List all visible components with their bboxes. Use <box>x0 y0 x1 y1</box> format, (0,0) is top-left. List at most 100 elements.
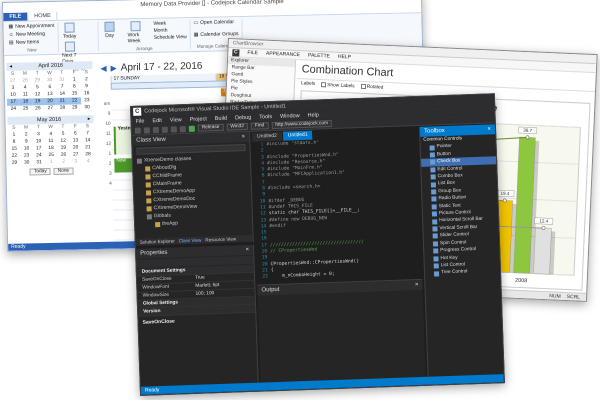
series-point <box>502 198 507 203</box>
class-view-panel: Class View × XtremeDemo classes CAboutDlg C… <box>132 131 254 246</box>
rotated-label: Rotated <box>366 84 384 91</box>
find-combo[interactable]: Find <box>250 122 269 130</box>
calendar-date-cell[interactable]: 29 <box>8 160 20 167</box>
calendar-date-cell[interactable]: 31 <box>33 159 45 166</box>
calendar-date-cell[interactable]: 26 <box>32 105 44 112</box>
x-tick-label: 2008 <box>515 278 528 285</box>
week-button[interactable]: Week <box>153 20 186 27</box>
view-options: Week Month Schedule View <box>153 20 186 41</box>
mini-today-button[interactable]: Today <box>29 168 51 176</box>
new-appointment-button[interactable]: ▦ New Appointment <box>8 23 54 30</box>
ribbon-group-new-label: New <box>27 47 37 53</box>
open-file-icon[interactable] <box>143 126 150 134</box>
control-icon <box>430 182 437 188</box>
prev-month-icon[interactable]: ◂ <box>9 64 12 70</box>
new-file-icon[interactable] <box>134 127 141 134</box>
show-labels-checkbox[interactable]: Show Labels <box>321 82 355 89</box>
close-icon[interactable]: × <box>487 126 491 132</box>
calendar-date-cell[interactable]: 30 <box>81 104 93 111</box>
toolbox-item[interactable]: Tree Control <box>425 268 500 278</box>
bar <box>533 227 552 275</box>
next-month-icon[interactable]: ▸ <box>88 116 91 122</box>
tab-untitled2[interactable]: Untitled2 <box>252 131 284 142</box>
save-icon[interactable] <box>152 126 159 133</box>
calendar-date-cell[interactable]: 27 <box>44 105 56 112</box>
schedule-view-button[interactable]: Schedule View <box>154 34 187 41</box>
platform-combo[interactable]: Win32 <box>226 122 249 131</box>
calendar-date-cell[interactable]: 30 <box>21 159 33 166</box>
calendar-date-cell[interactable]: 28 <box>56 105 68 112</box>
menu-file[interactable]: FILE <box>247 50 258 56</box>
calendar-date-cell[interactable]: 1 <box>45 159 57 166</box>
month-button[interactable]: Month <box>154 27 187 34</box>
menu-help[interactable]: HELP <box>338 54 351 61</box>
calendar-date-cell[interactable]: 25 <box>19 105 31 112</box>
mini-calendar-grid[interactable]: S M T W T F S 1 2 3 4 5 6 7 8 9 10 11 12 13 14 15 16 17 18 19 20 21… <box>8 123 95 167</box>
next-range-icon[interactable]: ▶ <box>110 64 116 73</box>
mini-calendar-grid[interactable]: S M T W T F S 27 28 29 30 31 1 2 3 4 5 6 7 8 9 10 11 12 13 14 15 16… <box>6 69 93 113</box>
work-week-button[interactable]: Work Week <box>127 21 143 44</box>
close-icon[interactable]: × <box>415 282 419 288</box>
tab-solution-explorer[interactable]: Solution Explorer <box>140 239 175 245</box>
run-icon[interactable] <box>188 125 195 132</box>
menu-view[interactable]: View <box>170 117 182 123</box>
tab-file[interactable]: FILE <box>3 12 28 21</box>
ribbon-group-arrange-label: Arrange <box>136 45 153 52</box>
code-editor[interactable]: 1 #include "stdafx.h" 2 3 #include "Properti… <box>252 136 423 283</box>
tab-resource-view[interactable]: Resource View <box>205 236 236 242</box>
control-icon <box>431 204 437 210</box>
menu-debug[interactable]: Debug <box>235 114 251 121</box>
menu-help[interactable]: Help <box>308 112 320 118</box>
url-combo[interactable]: http://www.codejock.com <box>271 119 333 130</box>
menu-file[interactable]: File <box>135 118 144 124</box>
menu-palette[interactable]: PALETTE <box>308 53 330 60</box>
hour-label: 12 <box>105 140 112 146</box>
day-icon <box>104 21 115 32</box>
calendar-date-cell[interactable]: 2 <box>57 159 69 166</box>
tab-class-view[interactable]: Class View <box>179 238 202 244</box>
ribbon-group-new: ▦ New Appointment ☺ New Meeting ▤ New Items… <box>5 22 59 53</box>
new-meeting-button[interactable]: ☺ New Meeting <box>9 31 55 38</box>
toolbox-panel: Toolbox × Common Controls Pointer Button Che… <box>418 124 504 379</box>
menu-tools[interactable]: Tools <box>259 114 272 120</box>
rotated-checkbox[interactable]: Rotated <box>360 83 384 91</box>
folder-icon <box>136 158 143 164</box>
menu-edit[interactable]: Edit <box>152 117 162 123</box>
data-label: 19.4 <box>500 191 509 196</box>
menu-window[interactable]: Window <box>280 113 300 120</box>
checkbox-icon <box>360 83 366 90</box>
mini-calendar-buttons: Today None <box>8 167 94 176</box>
new-items-button[interactable]: ▤ New Items <box>9 39 55 46</box>
checkbox-icon <box>321 82 327 88</box>
configuration-combo[interactable]: Release <box>197 123 224 132</box>
calendar-date-cell[interactable]: 3 <box>70 158 82 165</box>
menu-project[interactable]: Project <box>190 116 207 123</box>
hour-label: 3 <box>108 170 112 176</box>
menu-build[interactable]: Build <box>215 115 227 121</box>
chart-window-title: ChartBrowser <box>232 40 264 48</box>
calendar-date-cell[interactable]: 4 <box>82 158 94 165</box>
mini-calendar-may: May 2016 ▸ S M T W T F S 1 2 3 4 5 6 7 8 9 10 11 12 13 14 15 16… <box>7 115 94 167</box>
code-text: m_nComboHeight = 0; <box>270 272 335 280</box>
paste-icon[interactable] <box>179 125 186 132</box>
property-grid: Document Settings SaveOnClose True WindowFo… <box>136 264 256 317</box>
class-icon <box>155 221 161 227</box>
folder-icon <box>146 213 152 219</box>
close-icon[interactable]: × <box>245 247 249 253</box>
prev-range-icon[interactable]: ◀ <box>100 64 106 73</box>
mini-none-button[interactable]: None <box>53 167 74 175</box>
calendar-date-cell[interactable]: 29 <box>69 104 81 111</box>
copy-icon[interactable] <box>170 125 177 133</box>
day-view-button[interactable]: Day <box>101 21 117 39</box>
menu-appearance[interactable]: APPEARANCE <box>266 51 300 58</box>
close-icon[interactable]: × <box>242 134 246 140</box>
today-button[interactable]: Today <box>61 22 77 40</box>
control-icon <box>430 167 436 173</box>
cut-icon[interactable] <box>161 126 168 133</box>
calendar-date-cell[interactable]: 24 <box>7 106 19 113</box>
calendar-groups-button[interactable]: ▦ Calendar Groups <box>194 31 239 38</box>
calendar-window-title: Memory Data Provider [] - Codejock Calen… <box>140 0 284 9</box>
open-calendar-button[interactable]: ▭ Open Calendar <box>193 19 238 26</box>
tab-untitled1[interactable]: Untitled1 <box>282 130 314 141</box>
code-text: #endif <box>269 223 286 230</box>
